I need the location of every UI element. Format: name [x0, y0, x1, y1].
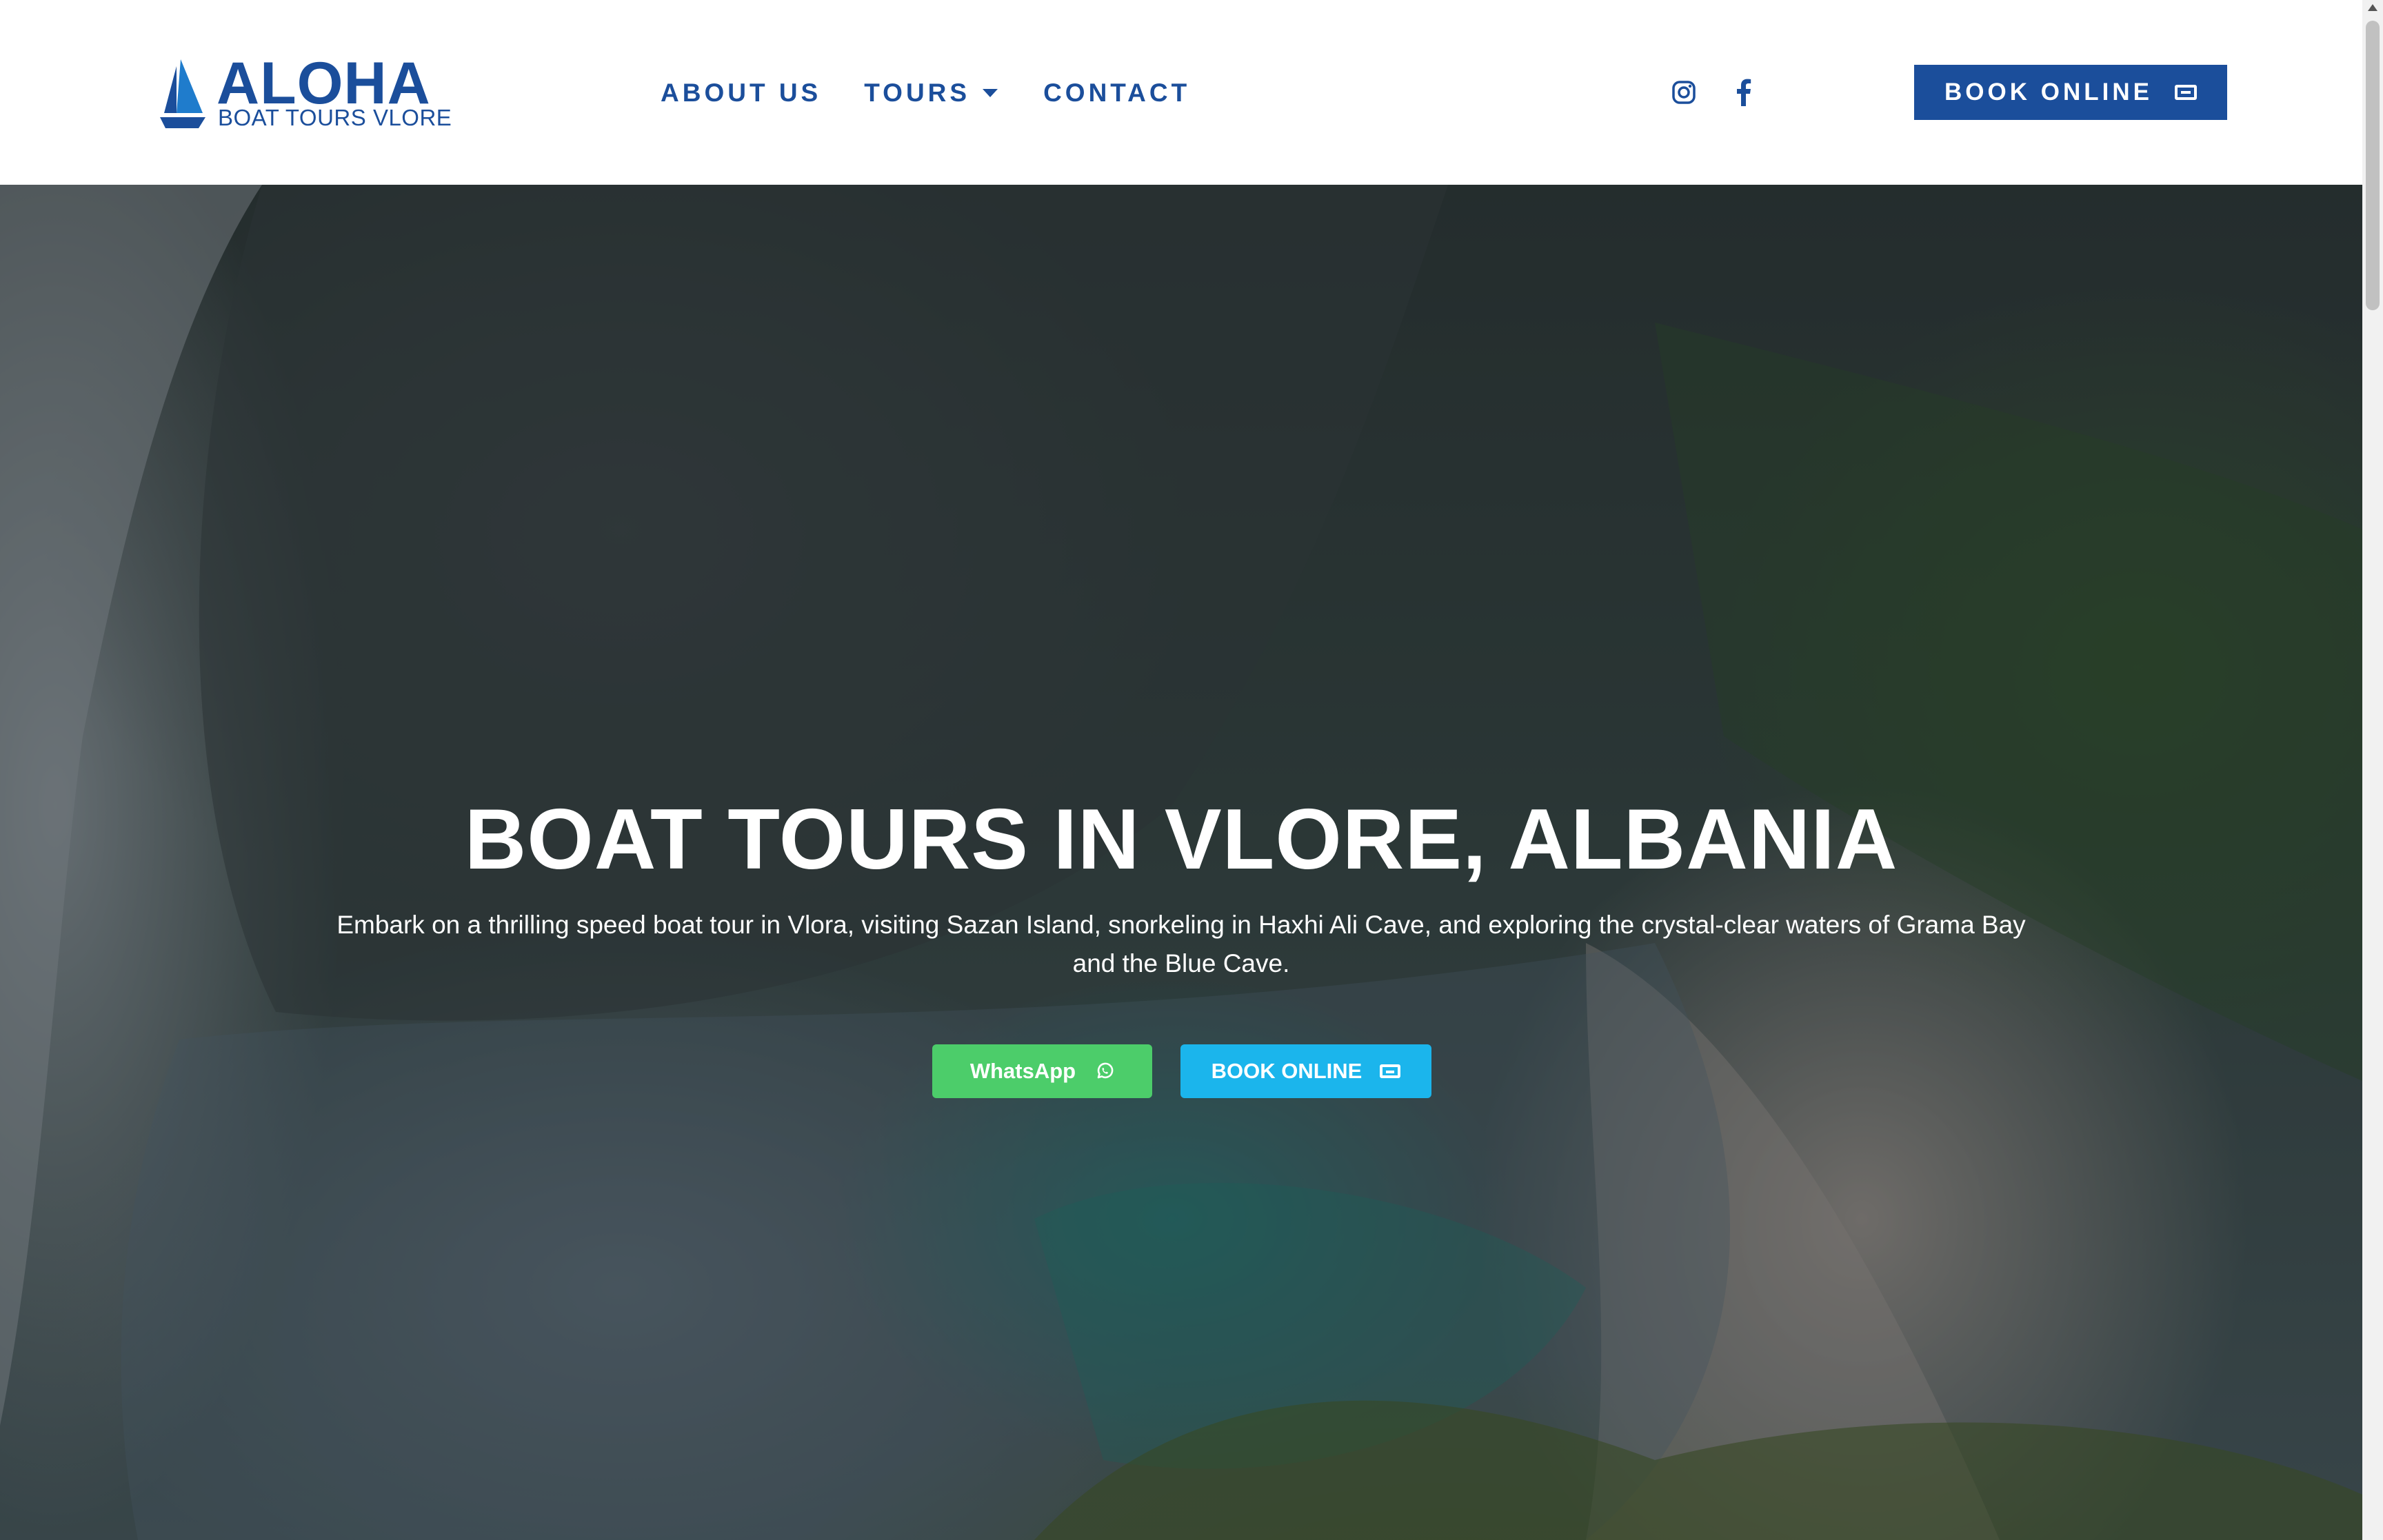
scroll-thumb[interactable] [2366, 21, 2380, 310]
hero-book-online-label: BOOK ONLINE [1211, 1059, 1363, 1083]
facebook-icon[interactable] [1728, 77, 1758, 108]
nav-tours[interactable]: TOURS [864, 79, 998, 108]
hero-content: BOAT TOURS IN VLORE, ALBANIA Embark on a… [0, 185, 2362, 1540]
hero-book-online-button[interactable]: BOOK ONLINE [1180, 1044, 1431, 1098]
hero-description: Embark on a thrilling speed boat tour in… [336, 911, 2026, 977]
main-nav: ABOUT US TOURS CONTACT [661, 76, 1190, 110]
instagram-icon[interactable] [1669, 77, 1699, 108]
social-links [1669, 77, 1758, 108]
nav-about-us-label: ABOUT US [661, 79, 822, 107]
scroll-up-arrow-icon[interactable] [2368, 4, 2377, 11]
whatsapp-button[interactable]: WhatsApp [932, 1044, 1152, 1098]
logo-tagline: BOAT TOURS VLORE [218, 105, 452, 130]
site-header: ALOHA BOAT TOURS VLORE ABOUT US TOURS CO… [0, 0, 2362, 185]
chevron-down-icon [983, 89, 998, 97]
nav-contact-label: CONTACT [1043, 79, 1191, 107]
whatsapp-icon [1095, 1062, 1114, 1081]
nav-tours-label: TOURS [864, 79, 971, 107]
logo[interactable]: ALOHA BOAT TOURS VLORE [160, 54, 452, 132]
hero-section: BOAT TOURS IN VLORE, ALBANIA Embark on a… [0, 185, 2362, 1540]
nav-contact[interactable]: CONTACT [1043, 79, 1190, 108]
nav-about-us[interactable]: ABOUT US [661, 79, 821, 108]
whatsapp-label: WhatsApp [969, 1059, 1076, 1083]
hero-title: BOAT TOURS IN VLORE, ALBANIA [464, 792, 1898, 887]
page-scrollbar[interactable] [2362, 0, 2383, 1540]
book-online-label: BOOK ONLINE [1944, 79, 2153, 105]
ticket-icon [1380, 1064, 1401, 1078]
ticket-icon [2174, 85, 2197, 100]
book-online-button[interactable]: BOOK ONLINE [1914, 65, 2227, 120]
sailboat-logo-icon [160, 59, 205, 128]
